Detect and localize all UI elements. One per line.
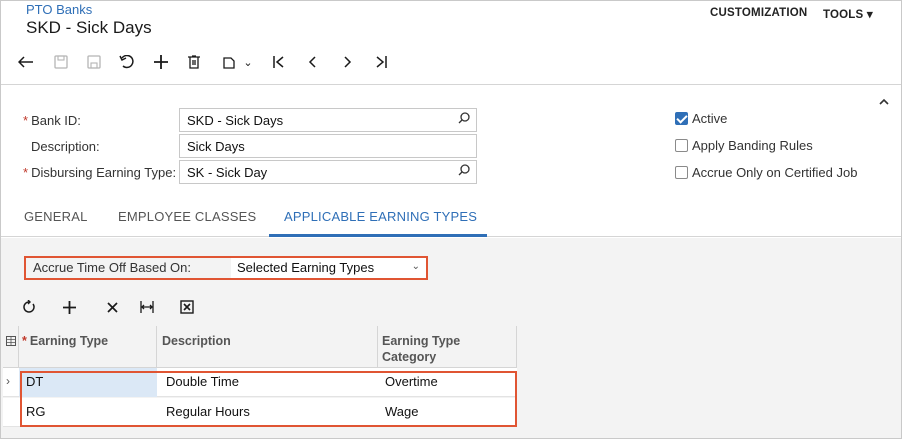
accrue-certified-job-checkbox[interactable]: Accrue Only on Certified Job [675, 165, 857, 180]
column-divider [18, 326, 19, 368]
description-label: Description: [31, 139, 100, 154]
customization-menu[interactable]: CUSTOMIZATION [710, 7, 807, 19]
back-arrow-icon[interactable] [15, 51, 37, 73]
tab-employee-classes[interactable]: EMPLOYEE CLASSES [118, 209, 256, 224]
tab-general[interactable]: GENERAL [24, 209, 88, 224]
bank-id-label: * Bank ID: [23, 113, 81, 128]
column-header-earning-type-category[interactable]: Earning Type Category [382, 333, 460, 365]
add-row-icon[interactable] [59, 297, 79, 317]
accrue-time-off-select[interactable]: Selected Earning Types ⌄ [231, 258, 426, 278]
row-selector-chevron-icon: › [6, 374, 10, 388]
search-icon[interactable] [458, 112, 470, 124]
checkbox-checked-icon[interactable] [675, 112, 688, 125]
tab-applicable-earning-types[interactable]: APPLICABLE EARNING TYPES [284, 209, 477, 224]
checkbox-unchecked-icon[interactable] [675, 166, 688, 179]
page-title: SKD - Sick Days [26, 18, 152, 37]
tools-menu[interactable]: TOOLS ▾ [823, 7, 873, 21]
disbursing-earning-type-value: SK - Sick Day [187, 165, 268, 180]
grid-header: * Earning Type Description Earning Type Ca… [3, 326, 517, 368]
trash-icon[interactable] [183, 51, 205, 73]
apply-banding-rules-checkbox[interactable]: Apply Banding Rules [675, 138, 813, 153]
chevron-down-icon: ▾ [866, 9, 873, 21]
disbursing-earning-type-label: * Disbursing Earning Type: [23, 165, 177, 180]
previous-record-icon[interactable] [302, 51, 324, 73]
fit-columns-icon[interactable] [137, 297, 157, 317]
refresh-icon[interactable] [19, 297, 39, 317]
active-checkbox[interactable]: Active [675, 111, 727, 126]
column-divider [377, 326, 378, 368]
excel-export-icon[interactable] [177, 297, 197, 317]
bank-id-value: SKD - Sick Days [187, 113, 284, 128]
tools-label: TOOLS [823, 9, 864, 21]
checkbox-unchecked-icon[interactable] [675, 139, 688, 152]
column-header-earning-type[interactable]: * Earning Type [22, 333, 108, 349]
description-value: Sick Days [187, 139, 245, 154]
breadcrumb[interactable]: PTO Banks [26, 2, 92, 17]
accrue-time-off-label: Accrue Time Off Based On: [33, 260, 191, 275]
tab-bar: GENERAL EMPLOYEE CLASSES APPLICABLE EARN… [1, 201, 901, 237]
accrue-time-off-value: Selected Earning Types [237, 260, 375, 275]
column-divider [516, 326, 517, 368]
apply-banding-rules-label: Apply Banding Rules [692, 138, 813, 153]
last-record-icon[interactable] [370, 51, 392, 73]
chevron-down-icon[interactable]: ⌄ [237, 51, 259, 73]
active-tab-indicator [269, 234, 487, 237]
chevron-down-icon: ⌄ [411, 261, 420, 272]
add-icon[interactable] [150, 51, 172, 73]
column-settings-icon[interactable] [6, 333, 16, 351]
save-close-icon[interactable] [50, 51, 72, 73]
page-frame: PTO Banks SKD - Sick Days CUSTOMIZATION … [0, 0, 902, 439]
first-record-icon[interactable] [268, 51, 290, 73]
column-header-description[interactable]: Description [162, 333, 231, 349]
column-divider [156, 326, 157, 368]
active-label: Active [692, 111, 728, 126]
collapse-chevron-up-icon[interactable] [879, 93, 889, 108]
bank-id-field[interactable]: SKD - Sick Days [179, 108, 477, 132]
accrue-time-off-highlight: Accrue Time Off Based On: Selected Earni… [24, 256, 428, 280]
delete-row-icon[interactable] [102, 297, 122, 317]
undo-icon[interactable] [116, 51, 138, 73]
rows-highlight [20, 371, 517, 427]
accrue-certified-job-label: Accrue Only on Certified Job [692, 165, 858, 180]
next-record-icon[interactable] [336, 51, 358, 73]
description-field[interactable]: Sick Days [179, 134, 477, 158]
search-icon[interactable] [458, 164, 470, 176]
save-icon[interactable] [83, 51, 105, 73]
header-divider [1, 84, 901, 85]
disbursing-earning-type-field[interactable]: SK - Sick Day [179, 160, 477, 184]
